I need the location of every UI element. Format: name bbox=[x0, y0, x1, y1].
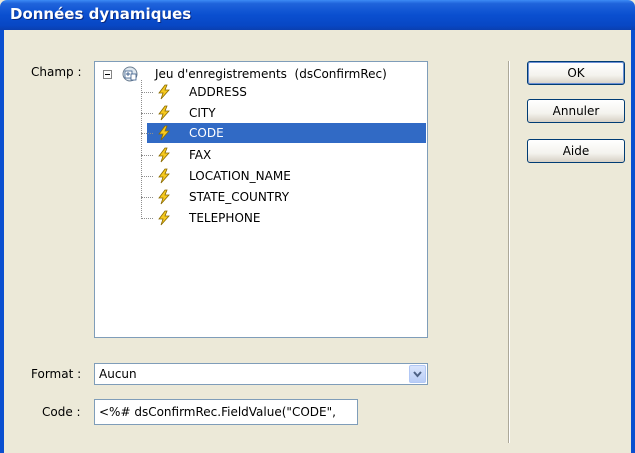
tree-item-label: STATE_COUNTRY bbox=[189, 190, 290, 204]
tree-item[interactable]: TELEPHONE bbox=[95, 208, 425, 228]
window-frame-right bbox=[631, 30, 635, 453]
code-input-value: <%# dsConfirmRec.FieldValue("CODE", bbox=[99, 405, 336, 419]
field-tree[interactable]: Jeu d'enregistrements (dsConfirmRec) ADD… bbox=[94, 61, 428, 338]
format-select[interactable]: Aucun bbox=[94, 363, 428, 385]
tree-item-label: CODE bbox=[189, 126, 224, 140]
help-button[interactable]: Aide bbox=[527, 139, 625, 163]
recordset-icon bbox=[122, 66, 138, 82]
window-title: Données dynamiques bbox=[10, 5, 192, 23]
field-label: Champ : bbox=[31, 65, 82, 79]
tree-branch bbox=[141, 133, 153, 134]
tree-item[interactable]: ADDRESS bbox=[95, 82, 425, 102]
ok-button[interactable]: OK bbox=[527, 61, 625, 85]
tree-item-label: TELEPHONE bbox=[189, 211, 261, 225]
tree-branch bbox=[141, 176, 153, 177]
lightning-bolt-icon bbox=[158, 105, 170, 121]
tree-branch bbox=[141, 113, 153, 114]
tree-branch bbox=[141, 197, 153, 198]
tree-branch bbox=[141, 218, 153, 219]
lightning-bolt-icon bbox=[158, 84, 170, 100]
tree-item-label: ADDRESS bbox=[189, 85, 247, 99]
dropdown-button[interactable] bbox=[409, 365, 426, 383]
window-frame-left bbox=[0, 30, 4, 453]
tree-root-label: Jeu d'enregistrements (dsConfirmRec) bbox=[155, 67, 387, 81]
lightning-bolt-icon bbox=[158, 168, 170, 184]
tree-item[interactable]: FAX bbox=[95, 145, 425, 165]
tree-item[interactable]: STATE_COUNTRY bbox=[95, 187, 425, 207]
lightning-bolt-icon bbox=[158, 125, 170, 141]
lightning-bolt-icon bbox=[158, 147, 170, 163]
tree-item-label: FAX bbox=[189, 148, 212, 162]
collapse-icon[interactable] bbox=[103, 70, 112, 79]
code-label: Code : bbox=[42, 405, 81, 419]
title-bar[interactable]: Données dynamiques bbox=[0, 0, 635, 30]
tree-item[interactable]: LOCATION_NAME bbox=[95, 166, 425, 186]
tree-item-label: LOCATION_NAME bbox=[189, 169, 291, 183]
tree-item-label: CITY bbox=[189, 106, 216, 120]
cancel-button[interactable]: Annuler bbox=[527, 99, 625, 123]
format-selected-value: Aucun bbox=[99, 367, 137, 381]
code-input[interactable]: <%# dsConfirmRec.FieldValue("CODE", bbox=[94, 399, 358, 425]
tree-branch bbox=[141, 155, 153, 156]
lightning-bolt-icon bbox=[158, 189, 170, 205]
vertical-separator bbox=[508, 61, 510, 443]
tree-root-recordset[interactable]: Jeu d'enregistrements (dsConfirmRec) bbox=[95, 64, 425, 84]
tree-item-selected[interactable]: CODE bbox=[95, 123, 426, 143]
tree-branch bbox=[141, 92, 153, 93]
format-label: Format : bbox=[31, 367, 82, 381]
chevron-down-icon bbox=[413, 371, 422, 378]
lightning-bolt-icon bbox=[158, 210, 170, 226]
tree-item[interactable]: CITY bbox=[95, 103, 425, 123]
